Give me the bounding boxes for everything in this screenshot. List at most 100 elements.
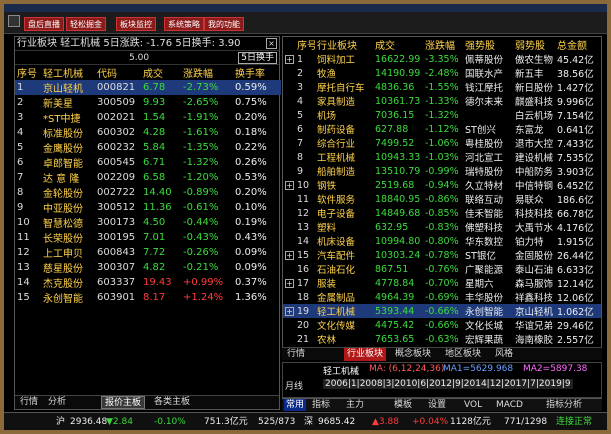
table-row[interactable]: 11 长荣股份 300195 7.01 -0.43% 0.43%: [15, 230, 281, 245]
expand-icon[interactable]: +: [285, 54, 294, 64]
column-header[interactable]: 序号: [295, 37, 315, 52]
table-row[interactable]: 8 金轮股份 002722 14.40 -0.89% 0.20%: [15, 185, 281, 200]
expand-icon[interactable]: +: [285, 306, 294, 316]
sector-row[interactable]: 16 石油石化 867.51 -0.76% 广聚能源 泰山石油 6.633亿: [283, 262, 601, 277]
tab-indicator[interactable]: 指标: [310, 399, 332, 411]
sector-volume: 16622.99: [375, 53, 421, 65]
tab-vol[interactable]: VOL: [462, 399, 484, 411]
sector-row[interactable]: 7 综合行业 7499.52 -1.06% 粤桂股份 退市大控 7.433亿: [283, 136, 601, 151]
column-header[interactable]: 总金额: [555, 37, 601, 52]
table-row[interactable]: 12 上工申贝 600843 7.72 -0.26% 0.09%: [15, 245, 281, 260]
column-header[interactable]: 换手率: [233, 65, 281, 80]
sector-row[interactable]: +1 饲料加工 16622.99 -3.35% 佩蒂股份 傲农生物 45.42亿: [283, 52, 601, 66]
indicator-tabs: 常用 指标 主力 模板 设置 VOL MACD 指标分析: [282, 398, 602, 411]
table-row[interactable]: 10 智慧松德 300173 4.50 -0.44% 0.19%: [15, 215, 281, 230]
sector-row[interactable]: 3 摩托自行车 4836.36 -1.55% 钱江摩托 新日股份 1.427亿: [283, 80, 601, 95]
table-row[interactable]: 13 慈星股份 300307 4.82 -0.21% 0.09%: [15, 260, 281, 275]
expand-icon[interactable]: +: [285, 278, 294, 288]
table-row[interactable]: 2 新美星 300509 9.93 -2.65% 0.75%: [15, 95, 281, 110]
table-row[interactable]: 7 达 意 隆 002209 6.58 -1.20% 0.53%: [15, 170, 281, 185]
sector-amount: 12.14亿: [557, 279, 594, 290]
summary-value: 5.00: [129, 53, 150, 63]
period-label[interactable]: 月线: [285, 379, 303, 392]
tab-all-boards[interactable]: 各类主板: [151, 396, 193, 409]
close-icon[interactable]: ×: [266, 38, 277, 49]
column-header[interactable]: 行业板块: [315, 37, 373, 52]
stock-change: -0.61%: [183, 202, 219, 213]
table-row[interactable]: 5 金鹰股份 600232 5.84 -1.35% 0.22%: [15, 140, 281, 155]
tab-settings[interactable]: 设置: [426, 399, 448, 411]
sector-volume: 10361.73: [375, 95, 421, 107]
tab-market[interactable]: 行情: [284, 348, 308, 361]
turnover-button[interactable]: 5日换手: [238, 52, 277, 64]
menu-icon[interactable]: [8, 15, 20, 27]
stock-change: +0.99%: [183, 277, 224, 288]
table-row[interactable]: 6 卓郎智能 600545 6.71 -1.32% 0.26%: [15, 155, 281, 170]
sector-volume: 4475.42: [375, 319, 415, 331]
column-header[interactable]: 涨跌幅: [181, 65, 233, 80]
tab-analysis[interactable]: 分析: [45, 396, 69, 409]
table-row[interactable]: 1 京山轻机 000821 6.78 -2.73% 0.59%: [15, 80, 281, 95]
tab-common[interactable]: 常用: [284, 399, 307, 411]
sector-change: -1.12%: [425, 123, 459, 135]
column-header[interactable]: 序号: [15, 65, 41, 80]
sector-row[interactable]: 12 电子设备 14849.68 -0.85% 佳禾智能 科技科技 66.78亿: [283, 206, 601, 221]
sector-row[interactable]: 9 船舶制造 13510.79 -0.99% 瑞特股份 中船防务 3.903亿: [283, 164, 601, 179]
sector-row[interactable]: +17 服装 4778.84 -0.70% 星期六 森马服饰 12.14亿: [283, 276, 601, 290]
table-header-row: 序号 轻工机械 代码 成交 涨跌幅 换手率: [15, 65, 281, 80]
sector-row[interactable]: +15 汽车配件 10303.24 -0.78% ST银亿 金固股份 26.44亿: [283, 248, 601, 262]
sector-row[interactable]: 14 机床设备 10994.80 -0.80% 华东数控 铂力特 1.915亿: [283, 234, 601, 249]
sector-row[interactable]: +10 钢铁 2519.68 -0.94% 久立特材 中信特钢 6.452亿: [283, 178, 601, 192]
toolbar-button-strategy[interactable]: 系统策略: [164, 17, 204, 31]
column-header[interactable]: 成交: [373, 37, 423, 52]
table-row[interactable]: 15 永创智能 603901 8.17 +1.24% 1.36%: [15, 290, 281, 305]
row-seq: 1: [15, 80, 41, 95]
tab-main-board[interactable]: 报价主板: [101, 396, 146, 409]
tab-industry-sector[interactable]: 行业板块: [344, 348, 387, 361]
sector-row[interactable]: 21 农林 7653.65 -0.63% 宏辉果蔬 海南橡胶 2.557亿: [283, 332, 601, 347]
strong-stock: 文化长城: [465, 321, 504, 332]
sector-row[interactable]: 18 金属制品 4964.39 -0.69% 丰华股份 祥鑫科技 12.06亿: [283, 290, 601, 305]
table-row[interactable]: 3 *ST中捷 002021 1.54 -1.91% 0.20%: [15, 110, 281, 125]
column-header[interactable]: 强势股: [463, 37, 513, 52]
table-row[interactable]: 9 中亚股份 300512 11.36 -0.61% 0.10%: [15, 200, 281, 215]
sector-volume: 10943.33: [375, 151, 421, 163]
tab-main-force[interactable]: 主力: [344, 399, 366, 411]
tab-concept-sector[interactable]: 概念板块: [392, 348, 434, 361]
strong-stock: 丰华股份: [465, 293, 504, 304]
tab-region-sector[interactable]: 地区板块: [442, 348, 484, 361]
sector-row[interactable]: 2 牧渔 14190.99 -2.48% 国联水产 新五丰 38.56亿: [283, 66, 601, 81]
column-header[interactable]: 代码: [95, 65, 141, 80]
tab-style[interactable]: 风格: [492, 348, 516, 361]
sector-volume: 627.88: [375, 123, 409, 135]
sector-row[interactable]: 4 家具制造 10361.73 -1.33% 德尔未来 麒盛科技 9.996亿: [283, 94, 601, 109]
sector-row[interactable]: 6 制药设备 627.88 -1.12% ST创兴 东富龙 0.641亿: [283, 122, 601, 137]
sector-row[interactable]: 5 机场 7036.15 -1.32% 白云机场 7.154亿: [283, 108, 601, 123]
column-header[interactable]: 弱势股: [513, 37, 555, 52]
tab-template[interactable]: 模板: [392, 399, 414, 411]
expand-icon[interactable]: +: [285, 250, 294, 260]
toolbar-button-functions[interactable]: 我的功能: [204, 17, 244, 31]
column-header[interactable]: 涨跌幅: [423, 37, 463, 52]
column-header[interactable]: 轻工机械: [41, 65, 95, 80]
sector-volume: 4964.39: [375, 291, 415, 303]
toolbar-button-gold[interactable]: 轻松掘金: [66, 17, 106, 31]
sector-row[interactable]: 20 文化传媒 4475.42 -0.66% 文化长城 华谊兄弟 29.46亿: [283, 318, 601, 333]
table-row[interactable]: 14 杰克股份 603337 19.43 +0.99% 0.37%: [15, 275, 281, 290]
expand-icon[interactable]: +: [285, 180, 294, 190]
tab-indicator-analysis[interactable]: 指标分析: [544, 399, 584, 411]
column-header[interactable]: 成交: [141, 65, 181, 80]
sector-row[interactable]: 8 工程机械 10943.33 -1.03% 河北宣工 建设机械 7.535亿: [283, 150, 601, 165]
sector-row[interactable]: +19 轻工机械 5393.44 -0.66% 永创智能 京山轻机 1.062亿: [283, 304, 601, 318]
sector-row[interactable]: 11 软件服务 18840.95 -0.86% 联络互动 易联众 186.6亿: [283, 192, 601, 207]
left-panel-header: 行业板块 轻工机械 5日涨跌: -1.76 5日换手: 3.90 ×: [15, 37, 279, 51]
toolbar-button-live[interactable]: 盘后直播: [24, 17, 64, 31]
sector-name: 制药设备: [317, 125, 356, 136]
amount-sh: 751.3亿元: [204, 417, 248, 427]
table-row[interactable]: 4 标准股份 600302 4.28 -1.61% 0.18%: [15, 125, 281, 140]
tab-macd[interactable]: MACD: [494, 399, 525, 411]
sector-row[interactable]: 13 塑料 632.95 -0.83% 佛塑科技 大禹节水 4.176亿: [283, 220, 601, 235]
sector-volume: 632.95: [375, 221, 409, 233]
toolbar-button-monitor[interactable]: 板块监控: [116, 17, 156, 31]
tab-quote[interactable]: 行情: [17, 396, 41, 409]
